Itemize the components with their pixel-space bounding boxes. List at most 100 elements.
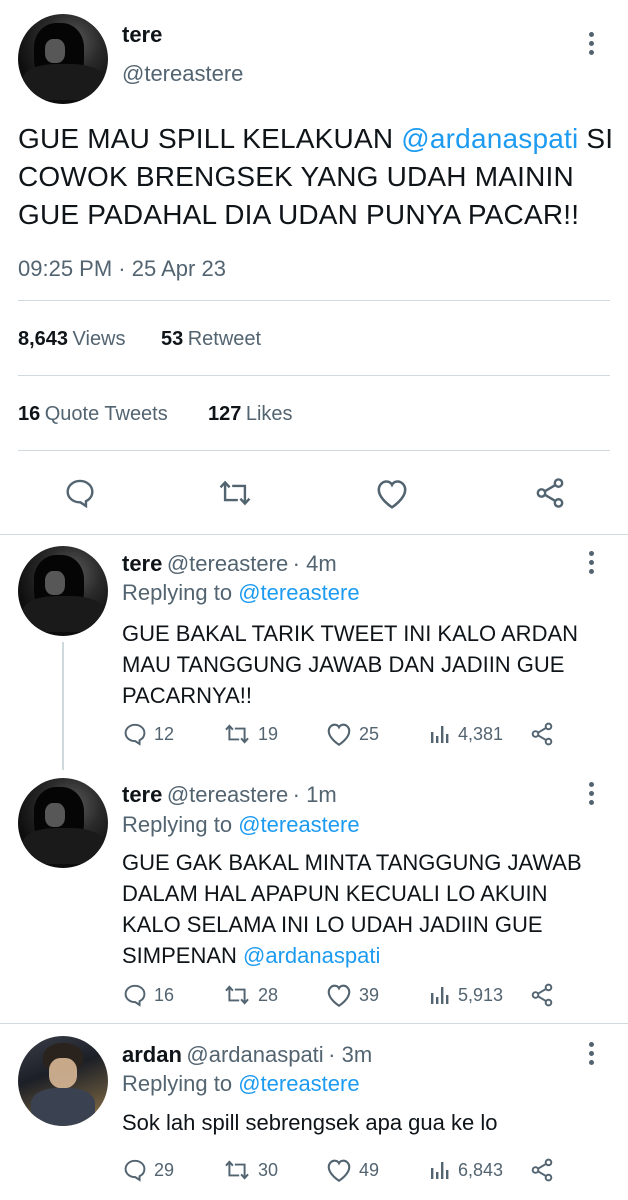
retweet-icon	[225, 1160, 249, 1180]
retweet-stat[interactable]: 53 Retweet	[161, 328, 261, 351]
like-icon[interactable]	[374, 477, 410, 510]
retweet-icon	[225, 985, 249, 1005]
tweet-text: GUE MAU SPILL KELAKUAN @ardanaspati SI C…	[18, 120, 618, 234]
views-icon	[431, 1162, 449, 1179]
retweet-icon	[225, 724, 249, 744]
retweet-action[interactable]: 28	[222, 982, 278, 1008]
tweet-timestamp[interactable]: 09:25 PM · 25 Apr 23	[18, 256, 226, 282]
views-action[interactable]: 5,913	[428, 982, 503, 1008]
comment-action[interactable]: 16	[122, 982, 174, 1008]
comment-count: 29	[154, 1159, 175, 1180]
share-icon[interactable]	[528, 982, 556, 1008]
author-name[interactable]: tere	[122, 782, 162, 807]
share-icon[interactable]	[528, 721, 556, 747]
retweet-label: Retweet	[187, 328, 262, 350]
like-count: 39	[359, 984, 380, 1005]
comment-icon[interactable]	[63, 476, 97, 510]
divider	[18, 450, 610, 451]
tweet-date: 25 Apr 23	[131, 256, 226, 281]
replying-prefix: Replying to	[122, 1071, 233, 1096]
more-icon[interactable]	[589, 782, 595, 809]
replying-to-link[interactable]: @tereastere	[238, 580, 359, 605]
retweet-count: 28	[258, 984, 279, 1005]
views-count: 5,913	[458, 984, 504, 1005]
comment-count: 12	[154, 723, 175, 744]
retweet-count: 19	[258, 723, 279, 744]
views-icon	[431, 726, 449, 743]
views-count: 8,643	[18, 328, 69, 350]
reply-header: tere @tereastere · 4m	[122, 551, 337, 577]
mention-link[interactable]: @ardanaspati	[243, 943, 380, 968]
like-icon	[327, 1159, 351, 1182]
author-handle[interactable]: @tereastere	[167, 782, 288, 807]
replying-prefix: Replying to	[122, 812, 233, 837]
reply-text: GUE GAK BAKAL MINTA TANGGUNG JAWAB DALAM…	[122, 847, 602, 971]
divider	[0, 1023, 628, 1024]
replying-to: Replying to @tereastere	[122, 812, 360, 838]
retweet-count: 53	[161, 328, 184, 350]
likes-label: Likes	[245, 403, 293, 425]
avatar[interactable]	[18, 1036, 108, 1126]
replying-to-link[interactable]: @tereastere	[238, 812, 359, 837]
divider	[18, 375, 610, 376]
views-count: 4,381	[458, 723, 504, 744]
like-count: 25	[359, 723, 380, 744]
timestamp-separator: ·	[118, 256, 126, 281]
author-name[interactable]: tere	[122, 551, 162, 576]
more-icon[interactable]	[589, 32, 595, 59]
retweet-action[interactable]: 30	[222, 1157, 278, 1183]
views-label: Views	[72, 328, 126, 350]
like-icon	[327, 723, 351, 746]
avatar[interactable]	[18, 14, 108, 104]
comment-icon	[124, 1159, 146, 1182]
more-icon[interactable]	[589, 1042, 595, 1069]
avatar[interactable]	[18, 546, 108, 636]
quote-stat[interactable]: 16 Quote Tweets	[18, 403, 168, 426]
reply-time[interactable]: · 4m	[293, 551, 337, 576]
views-icon	[431, 987, 449, 1004]
retweet-icon[interactable]	[216, 476, 254, 510]
like-action[interactable]: 39	[325, 982, 379, 1008]
avatar[interactable]	[18, 778, 108, 868]
share-icon[interactable]	[528, 1157, 556, 1183]
reply-header: ardan @ardanaspati · 3m	[122, 1042, 372, 1068]
like-icon	[327, 984, 351, 1007]
share-icon[interactable]	[532, 476, 568, 510]
author-handle[interactable]: @ardanaspati	[186, 1042, 323, 1067]
author-name[interactable]: ardan	[122, 1042, 182, 1067]
quote-count: 16	[18, 403, 41, 425]
reply-text: Sok lah spill sebrengsek apa gua ke lo	[122, 1110, 498, 1135]
comment-icon	[124, 723, 146, 746]
reply-time[interactable]: · 3m	[328, 1042, 372, 1067]
views-action[interactable]: 6,843	[428, 1157, 503, 1183]
retweet-count: 30	[258, 1159, 279, 1180]
replying-to-link[interactable]: @tereastere	[238, 1071, 359, 1096]
comment-action[interactable]: 12	[122, 721, 174, 747]
divider	[0, 534, 628, 535]
like-count: 49	[359, 1159, 380, 1180]
mention-link[interactable]: @ardanaspati	[401, 123, 578, 154]
tweet-text-start: GUE MAU SPILL KELAKUAN	[18, 123, 402, 154]
reply-time[interactable]: · 1m	[293, 782, 337, 807]
retweet-action[interactable]: 19	[222, 721, 278, 747]
thread-line	[62, 642, 64, 770]
tweet-time: 09:25 PM	[18, 256, 113, 281]
comment-icon	[124, 984, 146, 1007]
replying-prefix: Replying to	[122, 580, 233, 605]
likes-count: 127	[208, 403, 242, 425]
like-action[interactable]: 49	[325, 1157, 379, 1183]
replying-to: Replying to @tereastere	[122, 1071, 360, 1097]
replying-to: Replying to @tereastere	[122, 580, 360, 606]
quote-label: Quote Tweets	[44, 403, 168, 425]
reply-text: GUE BAKAL TARIK TWEET INI KALO ARDAN MAU…	[122, 621, 579, 708]
likes-stat[interactable]: 127 Likes	[208, 403, 293, 426]
author-handle[interactable]: @tereastere	[122, 61, 243, 87]
like-action[interactable]: 25	[325, 721, 379, 747]
views-action[interactable]: 4,381	[428, 721, 503, 747]
author-name[interactable]: tere	[122, 22, 162, 48]
author-handle[interactable]: @tereastere	[167, 551, 288, 576]
more-icon[interactable]	[589, 551, 595, 578]
views-stat[interactable]: 8,643 Views	[18, 328, 126, 351]
divider	[18, 300, 610, 301]
comment-action[interactable]: 29	[122, 1157, 174, 1183]
